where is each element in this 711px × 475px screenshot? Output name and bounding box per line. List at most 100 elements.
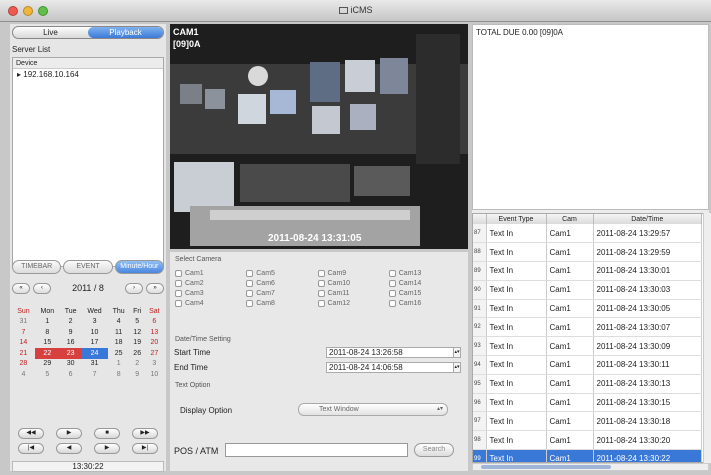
event-type-header[interactable]: Event Type — [486, 214, 547, 224]
next-year-button[interactable]: » — [146, 282, 164, 294]
datetime-header[interactable]: Date/Time — [593, 214, 702, 224]
table-row[interactable]: 97 Text In Cam1 2011-08-24 13:30:18 — [473, 411, 702, 432]
camera-checkbox[interactable]: Cam8 — [246, 300, 317, 307]
calendar-day[interactable]: 12 — [130, 327, 145, 338]
last-frame-button[interactable]: ▶| — [132, 443, 158, 454]
calendar-day[interactable]: 2 — [60, 317, 82, 328]
checkbox-icon[interactable] — [175, 270, 182, 277]
step-forward-button[interactable]: ▶ — [94, 443, 120, 454]
camera-checkbox[interactable]: Cam7 — [246, 290, 317, 297]
calendar-day[interactable]: 10 — [81, 327, 107, 338]
calendar-day[interactable]: 19 — [130, 338, 145, 349]
checkbox-icon[interactable] — [246, 300, 254, 307]
calendar-day[interactable]: 3 — [81, 317, 107, 328]
camera-checkbox[interactable]: Cam12 — [317, 300, 389, 307]
calendar-day[interactable]: 9 — [130, 369, 145, 380]
tab-timebar[interactable]: TIMEBAR — [12, 260, 62, 274]
checkbox-icon[interactable] — [317, 290, 325, 297]
step-back-button[interactable]: ◀ — [56, 443, 82, 454]
calendar-day[interactable]: 9 — [60, 327, 82, 338]
playback-tab[interactable]: Playback — [88, 27, 163, 38]
live-tab[interactable]: Live — [13, 27, 88, 38]
calendar-day[interactable]: 26 — [130, 348, 145, 359]
checkbox-icon[interactable] — [246, 280, 254, 287]
table-row[interactable]: 98 Text In Cam1 2011-08-24 13:30:20 — [473, 430, 702, 451]
checkbox-icon[interactable] — [317, 300, 325, 307]
horizontal-scroll-thumb[interactable] — [481, 465, 611, 469]
calendar-day[interactable]: 8 — [35, 327, 60, 338]
end-time-stepper[interactable]: ▴▾ — [453, 362, 461, 373]
pos-atm-input[interactable] — [225, 443, 408, 457]
calendar-day[interactable]: 31 — [12, 317, 35, 328]
camera-checkbox[interactable]: Cam15 — [388, 290, 460, 297]
calendar-day[interactable]: 27 — [145, 348, 164, 359]
calendar-day[interactable]: 30 — [60, 359, 82, 370]
calendar-day[interactable]: 14 — [12, 338, 35, 349]
table-row[interactable]: 89 Text In Cam1 2011-08-24 13:30:01 — [473, 261, 702, 281]
table-row[interactable]: 92 Text In Cam1 2011-08-24 13:30:07 — [473, 317, 702, 338]
calendar-day[interactable]: 16 — [60, 338, 82, 349]
table-row[interactable]: 95 Text In Cam1 2011-08-24 13:30:13 — [473, 374, 702, 394]
camera-checkbox[interactable]: Cam4 — [175, 300, 246, 307]
checkbox-icon[interactable] — [388, 270, 396, 277]
calendar-day[interactable]: 18 — [108, 338, 130, 349]
camera-checkbox[interactable]: Cam3 — [175, 290, 246, 297]
calendar-day[interactable]: 7 — [81, 369, 107, 380]
tab-event[interactable]: EVENT — [63, 260, 113, 274]
calendar-day[interactable]: 31 — [81, 359, 107, 370]
play-button[interactable]: ▶ — [56, 428, 82, 439]
calendar-day[interactable]: 2 — [130, 359, 145, 370]
calendar-day[interactable]: 6 — [145, 317, 164, 328]
horizontal-scrollbar[interactable] — [472, 463, 709, 471]
checkbox-icon[interactable] — [175, 300, 182, 307]
table-row[interactable]: 90 Text In Cam1 2011-08-24 13:30:03 — [473, 280, 702, 300]
calendar-day[interactable]: 21 — [12, 348, 35, 359]
search-button[interactable]: Search — [414, 443, 454, 457]
device-item[interactable]: ▸ 192.168.10.164 — [13, 69, 163, 80]
vertical-scrollbar[interactable] — [703, 213, 711, 463]
calendar-day[interactable]: 22 — [34, 348, 60, 359]
prev-month-button[interactable]: ‹ — [33, 282, 51, 294]
table-row[interactable]: 94 Text In Cam1 2011-08-24 13:30:11 — [473, 355, 702, 375]
start-time-input[interactable]: 2011-08-24 13:26:58 — [326, 347, 458, 358]
calendar-day[interactable]: 4 — [108, 317, 130, 328]
calendar-day[interactable]: 10 — [145, 369, 164, 380]
table-row[interactable]: 93 Text In Cam1 2011-08-24 13:30:09 — [473, 336, 702, 357]
camera-checkbox[interactable]: Cam6 — [246, 280, 317, 287]
display-option-select[interactable]: Text Window ▴▾ — [298, 403, 448, 416]
camera-checkbox[interactable]: Cam16 — [388, 300, 460, 307]
fast-forward-button[interactable]: ▶▶ — [132, 428, 158, 439]
camera-checkbox[interactable]: Cam1 — [175, 270, 246, 277]
camera-checkbox[interactable]: Cam2 — [175, 280, 246, 287]
checkbox-icon[interactable] — [175, 280, 182, 287]
calendar-day[interactable]: 20 — [145, 338, 164, 349]
calendar-day[interactable]: 13 — [145, 327, 164, 338]
camera-checkbox[interactable]: Cam10 — [317, 280, 389, 287]
prev-year-button[interactable]: « — [12, 282, 30, 294]
calendar-day[interactable]: 3 — [145, 359, 164, 370]
calendar-day[interactable]: 1 — [108, 359, 130, 370]
calendar-day[interactable]: 7 — [12, 327, 35, 338]
video-view[interactable]: CAM1 [09]0A 2011-08-24 13:31:05 — [170, 24, 468, 249]
calendar-day[interactable]: 5 — [35, 369, 60, 380]
end-time-input[interactable]: 2011-08-24 14:06:58 — [326, 362, 458, 373]
calendar-day[interactable]: 24 — [81, 348, 108, 359]
calendar-day[interactable]: 1 — [35, 317, 60, 328]
checkbox-icon[interactable] — [388, 280, 396, 287]
calendar-day[interactable]: 25 — [108, 348, 130, 359]
table-row[interactable]: 88 Text In Cam1 2011-08-24 13:29:59 — [473, 242, 702, 263]
table-row[interactable]: 87 Text In Cam1 2011-08-24 13:29:57 — [473, 224, 702, 244]
checkbox-icon[interactable] — [246, 290, 254, 297]
table-row[interactable]: 99 Text In Cam1 2011-08-24 13:30:22 — [473, 449, 702, 462]
checkbox-icon[interactable] — [388, 290, 396, 297]
camera-checkbox[interactable]: Cam11 — [317, 290, 389, 297]
tab-minute-hour[interactable]: Minute/Hour — [114, 260, 164, 274]
camera-checkbox[interactable]: Cam14 — [388, 280, 460, 287]
checkbox-icon[interactable] — [388, 300, 396, 307]
calendar-day[interactable]: 4 — [12, 369, 35, 380]
checkbox-icon[interactable] — [175, 290, 182, 297]
calendar-day[interactable]: 23 — [59, 348, 82, 359]
first-frame-button[interactable]: |◀ — [18, 443, 44, 454]
camera-checkbox[interactable]: Cam5 — [246, 270, 317, 277]
cam-header[interactable]: Cam — [546, 214, 594, 224]
